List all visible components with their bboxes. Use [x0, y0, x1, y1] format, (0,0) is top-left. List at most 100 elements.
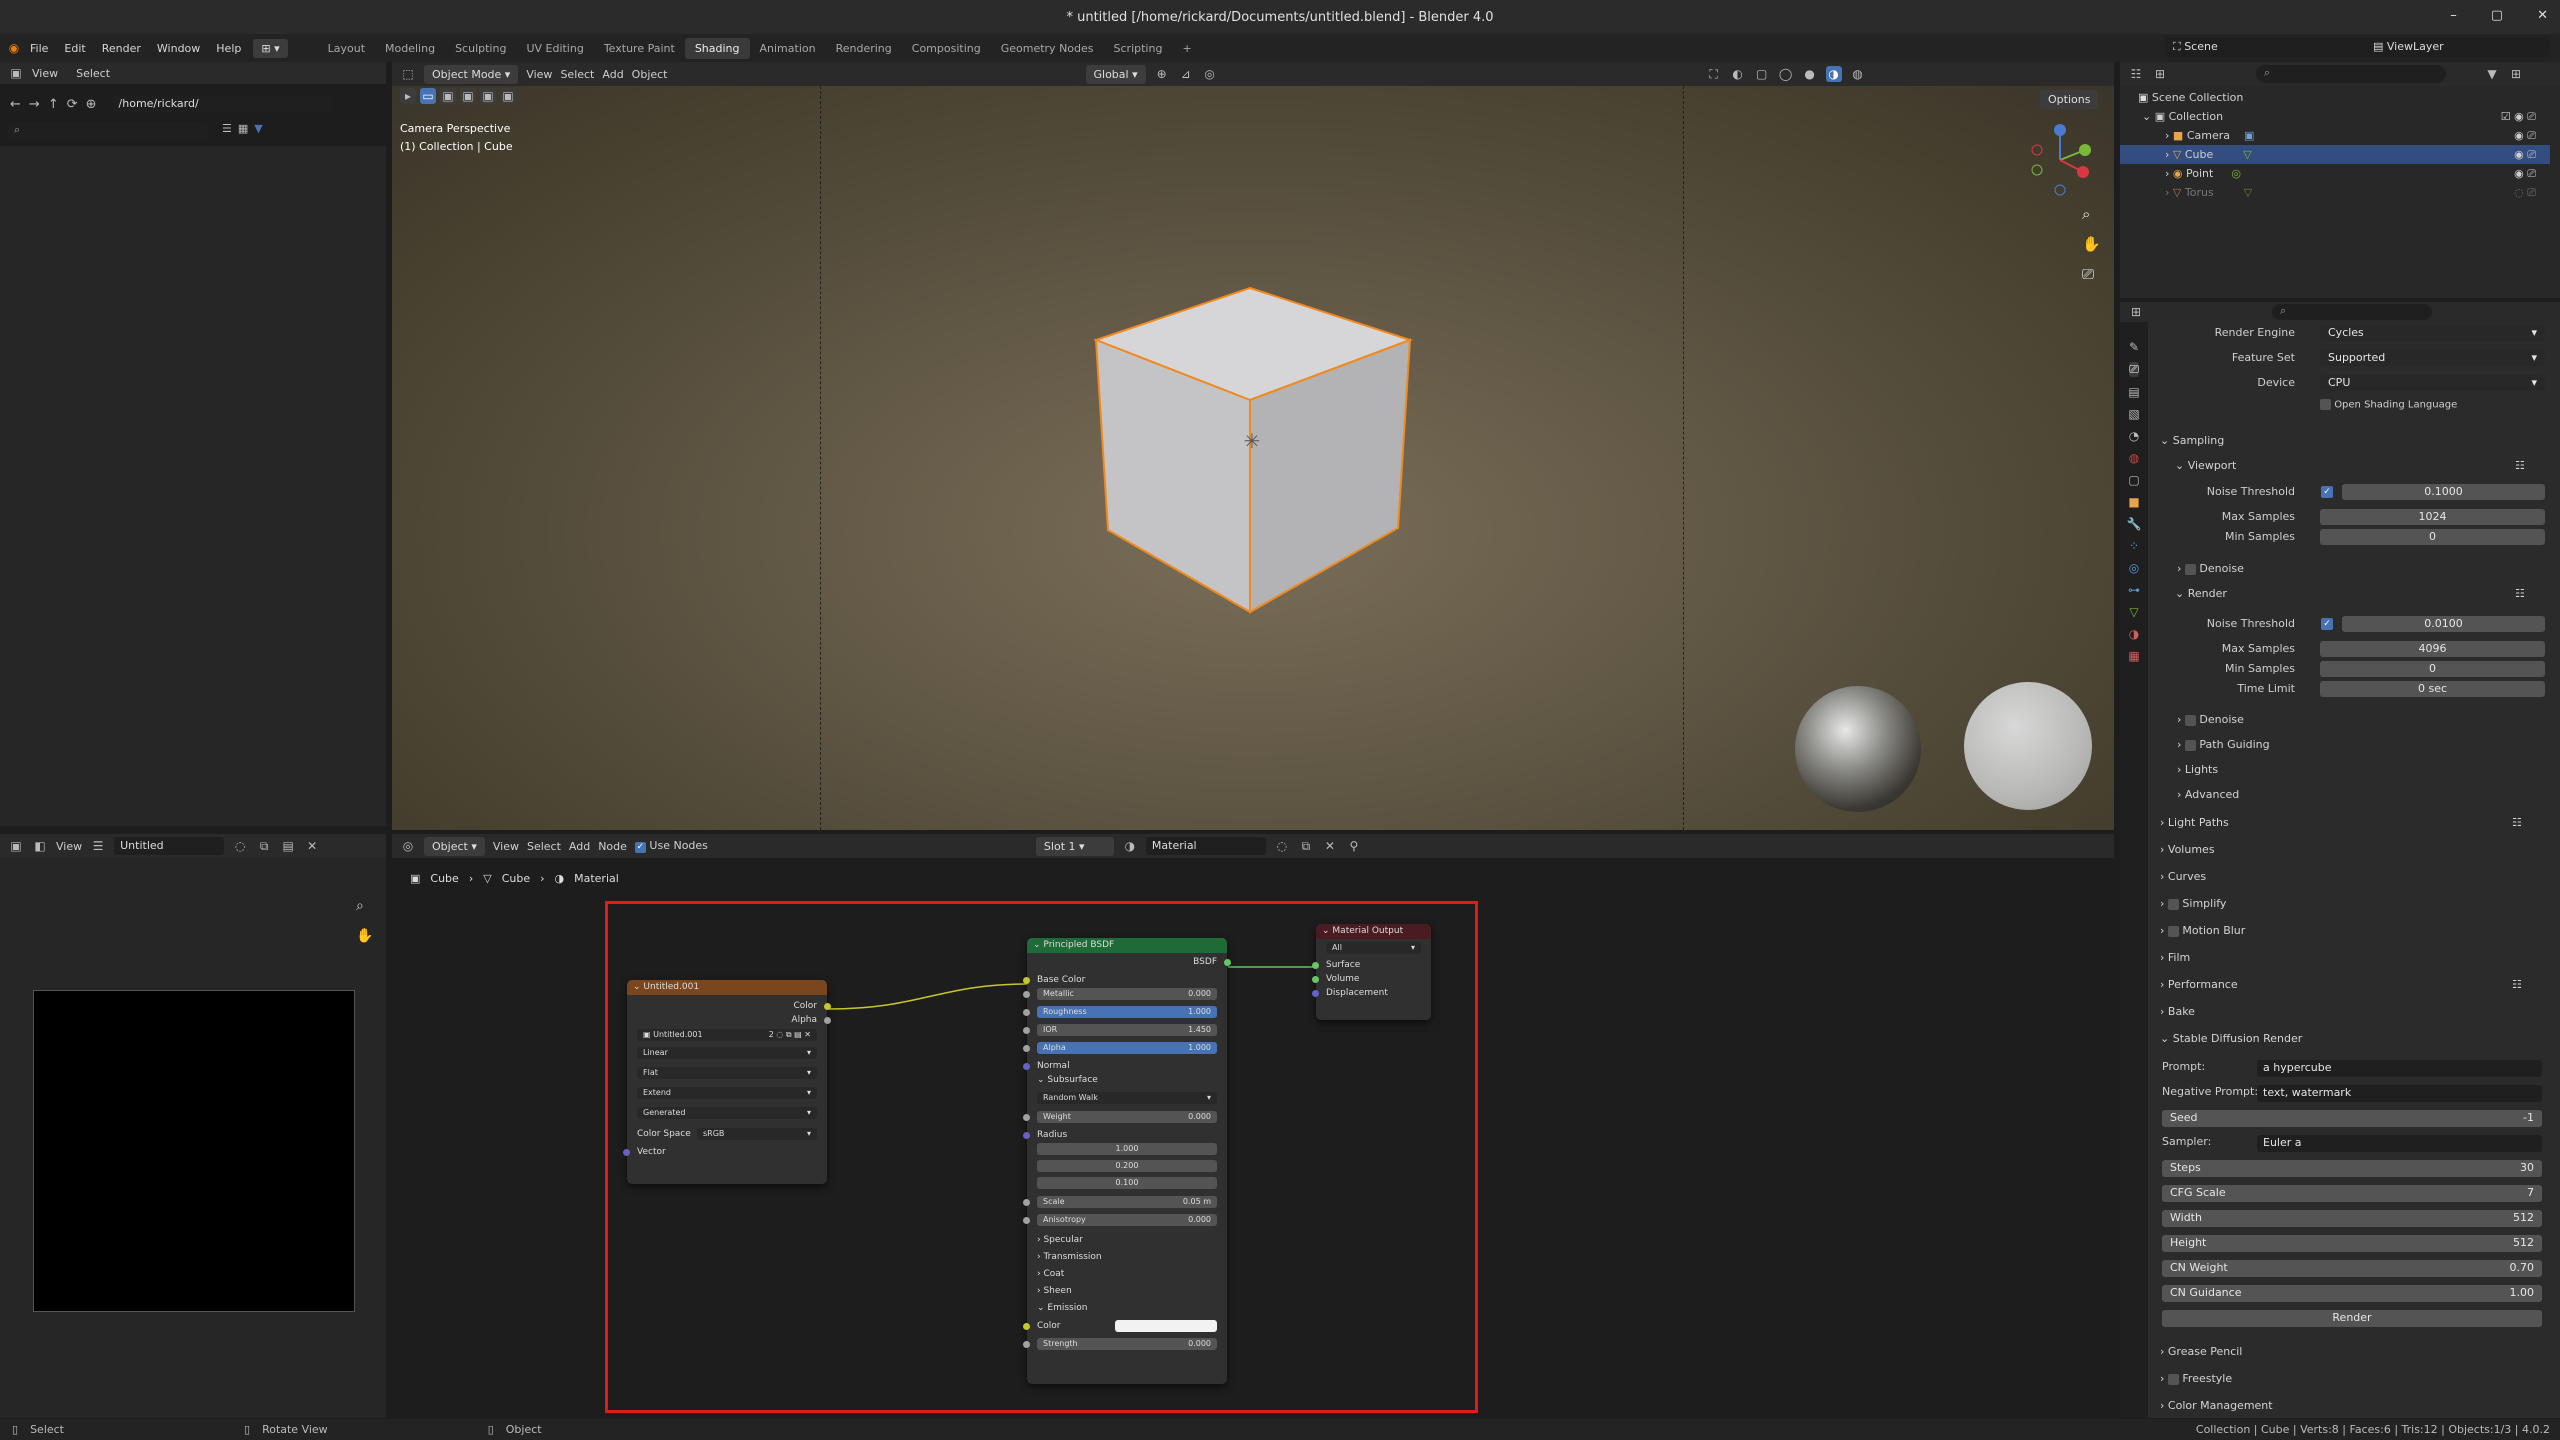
node-image-selector[interactable]: ▣ Untitled.001 2 ◌ ⧉ ▤ ✕	[637, 1029, 817, 1041]
path-input[interactable]: /home/rickard/	[112, 95, 333, 113]
emission-color-swatch[interactable]	[1115, 1320, 1217, 1332]
color-management-panel[interactable]: › Color Management	[2160, 1399, 2273, 1412]
filebrowser-display-icons[interactable]: ☰ ▦ ▼	[222, 122, 263, 135]
parent-dir-icon[interactable]: ↑	[48, 97, 59, 112]
viewport-subpanel-header[interactable]: ⌄ Viewport ☷	[2175, 459, 2525, 472]
vp-min-samples-field[interactable]: 0	[2320, 529, 2545, 545]
alpha-slider[interactable]: Alpha 1.000	[1037, 1042, 1217, 1054]
presets-icon[interactable]: ☷	[2512, 816, 2522, 829]
viewport-gizmo-icon[interactable]: ⛶	[1706, 66, 1722, 82]
visibility-icons[interactable]: ◉ ⎚	[2514, 167, 2536, 181]
node-editor-icon[interactable]: ◎	[400, 838, 416, 854]
r-max-samples-field[interactable]: 4096	[2320, 641, 2545, 657]
vp-max-samples-field[interactable]: 1024	[2320, 509, 2545, 525]
properties-search-input[interactable]: ⌕	[2272, 304, 2432, 320]
coat-panel-toggle[interactable]: › Coat	[1027, 1267, 1227, 1281]
socket-vector-dot[interactable]	[623, 1149, 630, 1156]
physics-tab-icon[interactable]: ◎	[2129, 561, 2139, 575]
box-select-icon[interactable]: ▭	[420, 88, 436, 104]
material-fake-user-icon[interactable]: ◌	[1274, 838, 1290, 854]
fake-user-icon[interactable]: ◌	[232, 838, 248, 854]
outliner-scene-collection[interactable]: ▣ Scene Collection	[2120, 88, 2550, 107]
collapse-icon[interactable]: ⌄	[1322, 926, 1330, 936]
minimize-button[interactable]: –	[2450, 8, 2457, 23]
negative-prompt-input[interactable]: text, watermark	[2257, 1085, 2542, 1102]
particles-tab-icon[interactable]: ⁘	[2129, 539, 2139, 553]
roughness-slider[interactable]: Roughness 1.000	[1037, 1006, 1217, 1018]
tab-scripting[interactable]: Scripting	[1104, 38, 1173, 59]
image-texture-node[interactable]: ⌄ Untitled.001 Color Alpha ▣ Untitled.00…	[623, 980, 831, 1184]
scene-tab-icon[interactable]: ◔	[2129, 429, 2139, 443]
material-unlink-icon[interactable]: ✕	[1322, 838, 1338, 854]
radius-z-field[interactable]: 0.100	[1037, 1177, 1217, 1189]
outliner-filter-icon[interactable]: ▼	[2484, 66, 2500, 82]
r-min-samples-field[interactable]: 0	[2320, 661, 2545, 677]
color-space-dropdown[interactable]: sRGB ▾	[697, 1128, 817, 1140]
socket-bsdf-dot[interactable]	[1224, 959, 1231, 966]
select-mode-subtract-icon[interactable]: ▣	[460, 88, 476, 104]
menu-file[interactable]: File	[22, 42, 56, 55]
outliner-item-camera[interactable]: › ■ Camera ▣ ◉ ⎚	[2120, 126, 2550, 145]
tab-geometry-nodes[interactable]: Geometry Nodes	[991, 38, 1104, 59]
options-dropdown[interactable]: Options	[2040, 90, 2099, 109]
shading-material-icon[interactable]: ◑	[1825, 66, 1842, 82]
image-name-field[interactable]: Untitled	[114, 837, 225, 855]
tab-modeling[interactable]: Modeling	[375, 38, 445, 59]
editor-type-icon[interactable]: ⊞ ▾	[253, 38, 288, 58]
world-tab-icon[interactable]: ◍	[2129, 451, 2139, 465]
overlay-icon[interactable]: ◐	[1730, 66, 1746, 82]
menu-icon[interactable]: ☰	[90, 838, 106, 854]
ior-slider[interactable]: IOR 1.450	[1037, 1024, 1217, 1036]
tab-rendering[interactable]: Rendering	[826, 38, 902, 59]
camera-view-icon[interactable]: ⎚	[2082, 265, 2101, 283]
interpolation-dropdown[interactable]: Linear ▾	[637, 1047, 817, 1059]
shading-wireframe-icon[interactable]: ◯	[1778, 66, 1794, 82]
forward-icon[interactable]: →	[29, 97, 40, 112]
image-editor-menu-view[interactable]: View	[56, 840, 82, 853]
data-tab-icon[interactable]: ▽	[2129, 605, 2138, 619]
lights-subpanel[interactable]: › Lights	[2177, 763, 2218, 776]
source-dropdown[interactable]: Generated ▾	[637, 1107, 817, 1119]
render-button[interactable]: Render	[2162, 1310, 2542, 1327]
height-field[interactable]: Height 512	[2162, 1235, 2542, 1252]
node-menu-select[interactable]: Select	[527, 840, 561, 853]
outliner-item-torus[interactable]: › ▽ Torus ▽ ◌ ⎚	[2120, 183, 2550, 202]
select-mode-intersect-icon[interactable]: ▣	[500, 88, 516, 104]
collection-tab-icon[interactable]: ▢	[2128, 473, 2139, 487]
sampler-input[interactable]: Euler a	[2257, 1135, 2542, 1152]
menu-render[interactable]: Render	[94, 42, 149, 55]
grease-pencil-panel[interactable]: › Grease Pencil	[2160, 1345, 2242, 1358]
vp-denoise-subpanel[interactable]: › Denoise	[2177, 562, 2244, 575]
radius-y-field[interactable]: 0.200	[1037, 1160, 1217, 1172]
back-icon[interactable]: ←	[10, 97, 21, 112]
simplify-panel[interactable]: › Simplify	[2160, 897, 2226, 910]
time-limit-field[interactable]: 0 sec	[2320, 681, 2545, 697]
outliner-item-point[interactable]: › ◉ Point ◎ ◉ ⎚	[2120, 164, 2550, 183]
view-mode-icon[interactable]: ◧	[32, 838, 48, 854]
render-engine-dropdown[interactable]: Cycles ▾	[2320, 325, 2545, 341]
emission-panel-toggle[interactable]: ⌄ Emission	[1027, 1301, 1227, 1315]
freestyle-panel[interactable]: › Freestyle	[2160, 1372, 2232, 1385]
tab-texture-paint[interactable]: Texture Paint	[594, 38, 685, 59]
image-node-header[interactable]: ⌄ Untitled.001	[627, 980, 827, 995]
node-menu-node[interactable]: Node	[598, 840, 627, 853]
curves-panel[interactable]: › Curves	[2160, 870, 2206, 883]
node-menu-add[interactable]: Add	[569, 840, 590, 853]
open-image-icon[interactable]: ▤	[280, 838, 296, 854]
visibility-icons[interactable]: ◉ ⎚	[2514, 129, 2536, 143]
viewport-editor-icon[interactable]: ⬚	[400, 66, 416, 82]
material-slot-dropdown[interactable]: Slot 1 ▾	[1035, 836, 1114, 856]
refresh-icon[interactable]: ⟳	[67, 97, 78, 112]
visibility-icons[interactable]: ☑ ◉ ⎚	[2501, 110, 2536, 124]
stable-diffusion-panel-header[interactable]: ⌄ Stable Diffusion Render	[2160, 1032, 2302, 1045]
osl-checkbox[interactable]: Open Shading Language	[2320, 399, 2457, 411]
select-tool-icon[interactable]: ▸	[400, 88, 416, 104]
scale-slider[interactable]: Scale 0.05 m	[1037, 1196, 1217, 1208]
object-tab-icon[interactable]: ■	[2128, 495, 2139, 509]
maximize-button[interactable]: ▢	[2491, 8, 2503, 23]
cn-weight-field[interactable]: CN Weight 0.70	[2162, 1260, 2542, 1277]
tool-tab-icon[interactable]: ✎	[2129, 340, 2139, 354]
visibility-icons[interactable]: ◌ ⎚	[2514, 186, 2536, 200]
steps-field[interactable]: Steps 30	[2162, 1160, 2542, 1177]
properties-editor-icon[interactable]: ⊞	[2128, 304, 2144, 320]
